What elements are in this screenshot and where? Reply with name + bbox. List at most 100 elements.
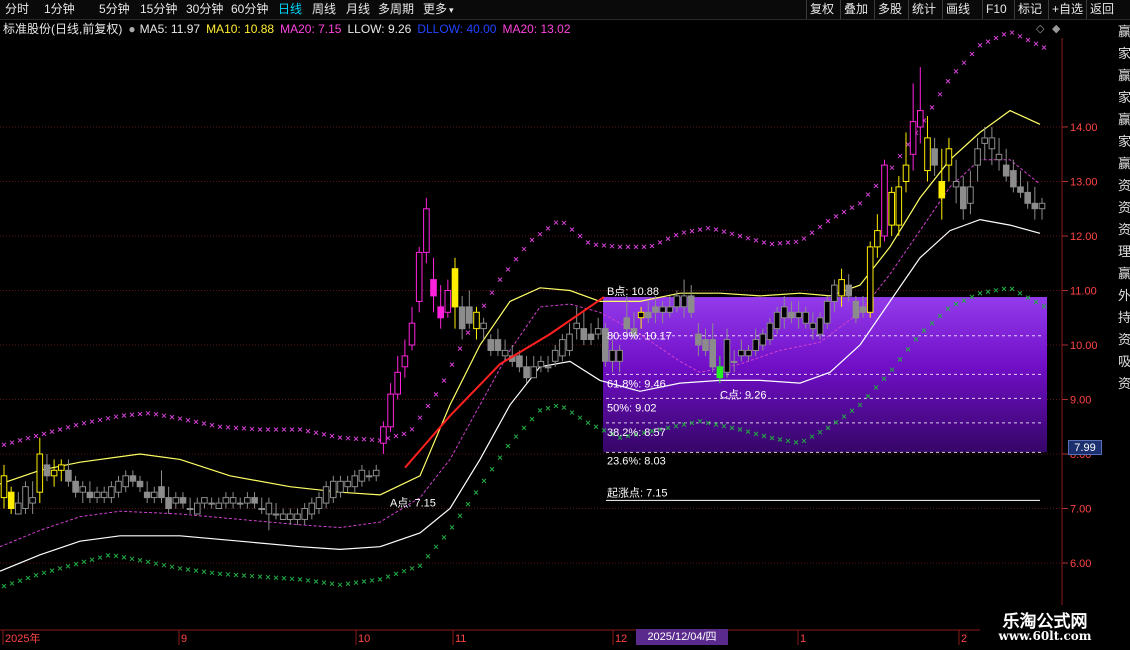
candle-body	[444, 290, 452, 313]
diamond-icon[interactable]: ◇	[1036, 22, 1044, 35]
lower-band-mark	[49, 568, 55, 573]
period-tab-multi[interactable]: 多周期	[378, 2, 414, 17]
upper-band-mark	[1017, 33, 1023, 39]
upper-band-mark	[625, 244, 631, 250]
candle-body	[473, 311, 480, 330]
candle-body	[917, 110, 924, 128]
period-tab-1min[interactable]: 1分钟	[44, 2, 75, 17]
signal-char: 家	[1118, 90, 1130, 105]
y-tick-label: 9.00	[1070, 395, 1091, 407]
upper-band-mark	[873, 183, 879, 189]
candle-body	[43, 464, 51, 477]
upper-band-mark	[857, 200, 863, 206]
fib-236-label: 23.6%: 8.03	[607, 455, 666, 467]
upper-band-mark	[929, 105, 935, 110]
period-tab-weekly[interactable]: 周线	[312, 2, 336, 17]
draw-line-button[interactable]: 画线	[942, 0, 982, 19]
kline-chart[interactable]: 6.007.008.009.0010.0011.0012.0013.0014.0…	[0, 0, 1130, 650]
candle-body	[566, 333, 573, 351]
candle-body	[537, 360, 545, 368]
candle-body	[781, 306, 788, 319]
period-tab-5min[interactable]: 5分钟	[99, 2, 130, 17]
gear-icon[interactable]: ◆	[1052, 22, 1060, 35]
upper-band-mark	[41, 431, 47, 437]
lower-band-mark	[497, 455, 503, 460]
lower-band-mark	[153, 561, 159, 566]
lower-band-mark	[9, 581, 15, 586]
candle-body	[773, 311, 781, 330]
upper-band-mark	[209, 422, 215, 428]
stats-button[interactable]: 统计	[908, 0, 942, 19]
upper-band-mark	[617, 244, 623, 250]
adjust-button[interactable]: 复权	[806, 0, 840, 19]
f10-button[interactable]: F10	[982, 0, 1014, 19]
upper-band-mark	[833, 214, 839, 219]
candle-body	[115, 480, 122, 493]
watermark-url: www.60lt.com	[998, 629, 1092, 643]
y-tick-label: 10.00	[1070, 340, 1098, 352]
candle-body	[129, 475, 137, 482]
candle-body	[816, 317, 824, 335]
candle-body	[623, 317, 631, 330]
candle-body	[494, 339, 502, 352]
candle-body	[831, 284, 838, 302]
period-tab-daily[interactable]: 日线	[278, 2, 302, 17]
candle-body	[931, 148, 938, 166]
upper-band-mark	[945, 78, 951, 84]
upper-band-mark	[329, 433, 335, 439]
upper-band-mark	[313, 430, 319, 436]
candle-body	[430, 279, 437, 297]
candle-body	[752, 339, 760, 352]
period-tab-more[interactable]: 更多 ▾	[423, 2, 454, 17]
candle-body	[609, 349, 616, 362]
upper-band-mark	[145, 410, 151, 416]
candle-body	[372, 469, 380, 477]
upper-band-mark	[513, 256, 519, 262]
upper-band-mark	[745, 235, 751, 241]
candle-body	[308, 502, 316, 515]
settings-circle-icon[interactable]: ●	[128, 22, 135, 36]
upper-band-mark	[713, 227, 719, 232]
back-button[interactable]: 返回	[1086, 0, 1130, 19]
period-tab-30min[interactable]: 30分钟	[186, 2, 223, 17]
mark-button[interactable]: 标记	[1014, 0, 1048, 19]
candle-body	[745, 349, 752, 357]
candle-body	[859, 306, 867, 313]
signal-char: 家	[1118, 46, 1130, 61]
overlay-button[interactable]: 叠加	[840, 0, 874, 19]
candle-body	[952, 181, 960, 188]
signal-char: 持	[1118, 310, 1130, 325]
period-tab-15min[interactable]: 15分钟	[140, 2, 177, 17]
add-watchlist-button[interactable]: +自选	[1048, 0, 1086, 19]
candle-body	[616, 349, 623, 362]
a-point-label: A点: 7.15	[390, 496, 436, 509]
candle-body	[838, 279, 845, 297]
upper-band-mark	[369, 437, 375, 443]
multi-stock-button[interactable]: 多股	[874, 0, 908, 19]
lower-band-mark	[161, 562, 167, 568]
period-tab-intraday[interactable]: 分时	[5, 2, 29, 17]
period-tab-60min[interactable]: 60分钟	[231, 2, 268, 17]
upper-band-mark	[1, 442, 7, 448]
lower-band-mark	[209, 570, 215, 576]
candle-body	[938, 181, 946, 199]
candle-body	[22, 486, 29, 510]
candle-body	[487, 339, 495, 352]
period-tab-monthly[interactable]: 月线	[346, 2, 370, 17]
upper-band-mark	[977, 42, 983, 48]
candle-body	[158, 486, 165, 499]
candle-body	[673, 295, 681, 308]
candle-body	[902, 164, 910, 183]
upper-band-mark	[801, 236, 807, 241]
candle-body	[802, 311, 810, 324]
candle-body	[380, 426, 387, 444]
lower-band-mark	[113, 553, 119, 559]
candle-body	[702, 339, 709, 352]
upper-band-mark	[1033, 41, 1039, 47]
upper-band-mark	[1025, 37, 1031, 43]
upper-band-mark	[817, 224, 823, 230]
upper-band-mark	[545, 226, 551, 231]
signal-char: 资	[1118, 178, 1130, 193]
lower-band-mark	[17, 578, 23, 584]
signal-char: 吸	[1118, 354, 1130, 369]
